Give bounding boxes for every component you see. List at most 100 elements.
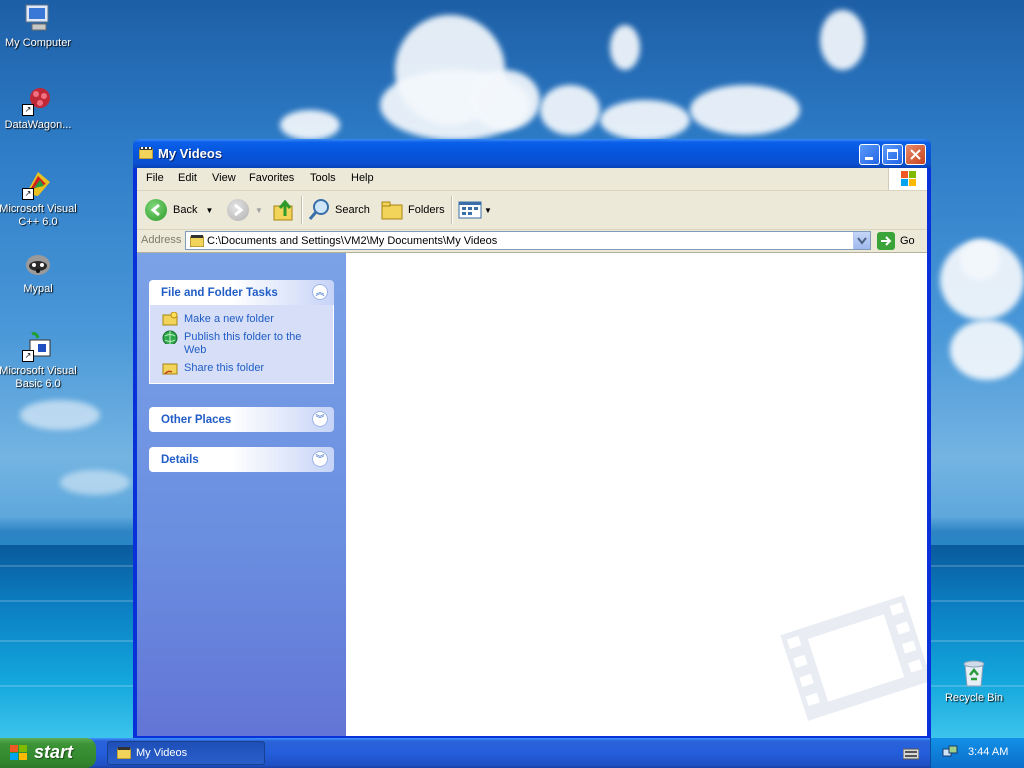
- taskbar-item-my-videos[interactable]: My Videos: [107, 741, 265, 765]
- back-label: Back: [173, 204, 198, 216]
- desktop-icon-visual-basic[interactable]: ↗ Microsoft Visual Basic 6.0: [0, 330, 78, 391]
- details-header[interactable]: Details ︾: [149, 447, 334, 472]
- system-tray: 3:44 AM: [930, 738, 1024, 768]
- taskbar-item-label: My Videos: [136, 747, 188, 759]
- shortcut-arrow-icon: ↗: [22, 350, 34, 362]
- desktop-icon-label: Recycle Bin: [944, 692, 1004, 704]
- window-title: My Videos: [158, 146, 223, 161]
- file-folder-tasks-header[interactable]: File and Folder Tasks ︽: [149, 280, 334, 305]
- clock[interactable]: 3:44 AM: [968, 746, 1008, 758]
- start-button[interactable]: start: [0, 738, 96, 768]
- desktop-icon-mypal[interactable]: Mypal: [0, 248, 78, 296]
- address-bar: Address C:\Documents and Settings\VM2\My…: [137, 230, 927, 253]
- views-button[interactable]: ▼: [458, 198, 492, 222]
- film-folder-icon: [138, 147, 154, 160]
- close-button[interactable]: [905, 144, 926, 165]
- views-dropdown-icon: ▼: [484, 205, 492, 215]
- panel-title: File and Folder Tasks: [161, 287, 278, 299]
- start-label: start: [34, 742, 74, 762]
- forward-button[interactable]: ▼: [227, 198, 263, 222]
- folder-content-area[interactable]: [346, 253, 927, 736]
- file-folder-tasks-panel: File and Folder Tasks ︽ Make a new folde…: [149, 280, 334, 384]
- back-arrow-icon: [145, 199, 167, 221]
- globe-icon: [162, 330, 178, 344]
- menu-file[interactable]: File: [146, 172, 164, 184]
- window-client: File Edit View Favorites Tools Help Back…: [137, 168, 927, 736]
- close-icon: [910, 149, 921, 160]
- menu-tools[interactable]: Tools: [310, 172, 336, 184]
- recycle-bin-icon: [958, 657, 990, 689]
- other-places-panel: Other Places ︾: [149, 407, 334, 432]
- toolbar-separator: [451, 196, 453, 224]
- menu-favorites[interactable]: Favorites: [249, 172, 294, 184]
- visual-basic-icon: ↗: [22, 330, 54, 362]
- minimize-button[interactable]: [859, 144, 880, 165]
- desktop-icon-label: DataWagon...: [4, 119, 72, 131]
- menu-bar: File Edit View Favorites Tools Help: [137, 168, 927, 191]
- details-panel: Details ︾: [149, 447, 334, 472]
- back-dropdown-icon[interactable]: ▼: [205, 206, 213, 215]
- back-button[interactable]: Back ▼: [145, 198, 213, 222]
- other-places-header[interactable]: Other Places ︾: [149, 407, 334, 432]
- taskbar: start My Videos 3:44 AM: [0, 738, 1024, 768]
- chevron-down-icon[interactable]: ︾: [312, 451, 328, 467]
- keyboard-tray-icon[interactable]: [902, 746, 920, 763]
- new-folder-icon: [162, 312, 178, 326]
- folders-button[interactable]: Folders: [380, 198, 445, 222]
- up-folder-button[interactable]: [272, 198, 296, 222]
- shortcut-arrow-icon: ↗: [22, 104, 34, 116]
- publish-to-web-link[interactable]: Publish this folder to the Web: [162, 330, 323, 357]
- address-value: C:\Documents and Settings\VM2\My Documen…: [207, 235, 498, 247]
- desktop-icon-datawagon[interactable]: ↗ DataWagon...: [0, 84, 78, 132]
- desktop-icon-label: My Computer: [4, 37, 72, 49]
- desktop-icon-label: Microsoft Visual Basic 6.0: [0, 365, 77, 390]
- panel-title: Other Places: [161, 414, 232, 426]
- file-folder-tasks-body: Make a new folder Publish this folder to…: [149, 305, 334, 384]
- make-new-folder-link[interactable]: Make a new folder: [162, 312, 323, 326]
- chevron-up-icon[interactable]: ︽: [312, 284, 328, 300]
- forward-dropdown-icon[interactable]: ▼: [255, 206, 263, 215]
- chevron-down-icon[interactable]: ︾: [312, 411, 328, 427]
- up-folder-icon: [273, 199, 293, 221]
- minimize-icon: [865, 157, 873, 160]
- desktop-icon-visual-cpp[interactable]: ↗ Microsoft Visual C++ 6.0: [0, 168, 78, 229]
- film-watermark-icon: [780, 595, 927, 721]
- address-input[interactable]: C:\Documents and Settings\VM2\My Documen…: [185, 231, 871, 250]
- folders-icon: [381, 201, 403, 220]
- menu-edit[interactable]: Edit: [178, 172, 197, 184]
- share-folder-link[interactable]: Share this folder: [162, 362, 323, 375]
- desktop-icon-label: Microsoft Visual C++ 6.0: [0, 203, 77, 228]
- datawagon-icon: ↗: [22, 84, 54, 116]
- panel-title: Details: [161, 454, 199, 466]
- desktop-icon-my-computer[interactable]: My Computer: [0, 2, 78, 50]
- menu-view[interactable]: View: [212, 172, 236, 184]
- menu-help[interactable]: Help: [351, 172, 374, 184]
- network-icon[interactable]: [942, 745, 958, 761]
- toolbar-separator: [301, 196, 303, 224]
- maximize-icon: [887, 149, 898, 160]
- desktop-icon-label: Mypal: [23, 283, 53, 295]
- maximize-button[interactable]: [882, 144, 903, 165]
- search-label: Search: [335, 204, 370, 216]
- chevron-down-icon: [857, 237, 867, 245]
- search-button[interactable]: Search: [307, 198, 370, 222]
- address-dropdown-button[interactable]: [853, 232, 870, 249]
- task-pane: File and Folder Tasks ︽ Make a new folde…: [137, 253, 346, 736]
- go-arrow-icon: [877, 232, 895, 250]
- windows-flag-icon: [10, 745, 27, 760]
- go-button[interactable]: Go: [877, 232, 915, 250]
- address-label: Address: [141, 234, 182, 246]
- forward-arrow-icon: [227, 199, 249, 221]
- explorer-window: My Videos File Edit View Favorites Tools…: [133, 139, 931, 738]
- go-label: Go: [900, 235, 915, 247]
- computer-icon: [22, 2, 54, 34]
- film-folder-icon: [190, 235, 204, 247]
- windows-logo-icon: [888, 168, 927, 190]
- mypal-raccoon-icon: [22, 248, 54, 280]
- title-bar[interactable]: My Videos: [133, 139, 931, 168]
- shortcut-arrow-icon: ↗: [22, 188, 34, 200]
- folders-label: Folders: [408, 204, 445, 216]
- share-folder-icon: [162, 363, 178, 375]
- desktop-icon-recycle-bin[interactable]: Recycle Bin: [934, 657, 1014, 705]
- standard-toolbar: Back ▼ ▼ Search Folders ▼: [137, 191, 927, 230]
